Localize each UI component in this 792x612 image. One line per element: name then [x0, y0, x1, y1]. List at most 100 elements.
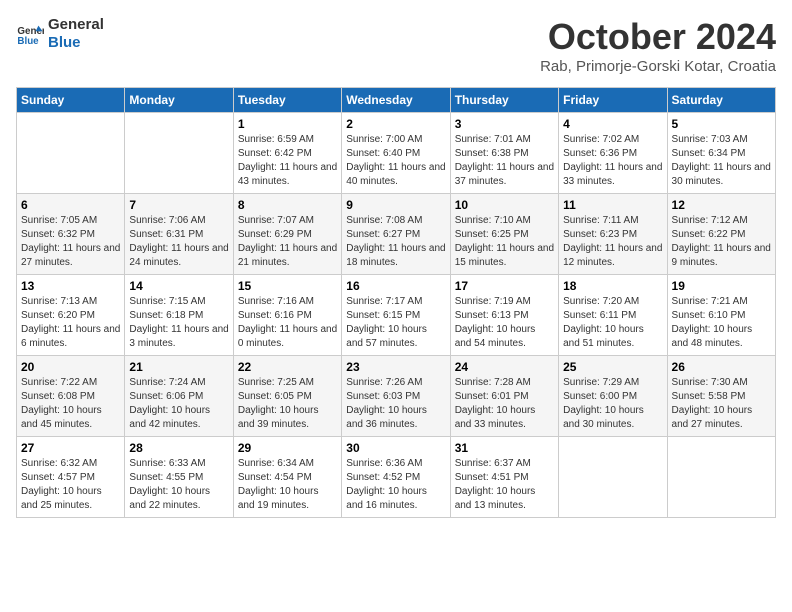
calendar-cell: 14Sunrise: 7:15 AMSunset: 6:18 PMDayligh… — [125, 275, 233, 356]
day-number: 27 — [21, 441, 120, 455]
day-number: 3 — [455, 117, 554, 131]
day-number: 13 — [21, 279, 120, 293]
calendar-cell — [559, 437, 667, 518]
month-title: October 2024 — [540, 16, 776, 58]
day-number: 7 — [129, 198, 228, 212]
calendar-cell: 11Sunrise: 7:11 AMSunset: 6:23 PMDayligh… — [559, 194, 667, 275]
calendar-cell: 31Sunrise: 6:37 AMSunset: 4:51 PMDayligh… — [450, 437, 558, 518]
calendar-cell — [125, 113, 233, 194]
header-sunday: Sunday — [17, 88, 125, 113]
day-info: Sunrise: 6:34 AMSunset: 4:54 PMDaylight:… — [238, 457, 337, 513]
calendar-week-4: 20 Sunrise: 7:22 AMSunset: 6:08 PMDayligh… — [17, 356, 776, 437]
calendar-cell: 21Sunrise: 7:24 AMSunset: 6:06 PMDayligh… — [125, 356, 233, 437]
day-info: Sunrise: 7:26 AMSunset: 6:03 PMDaylight:… — [346, 376, 445, 432]
day-info: Sunrise: 7:00 AMSunset: 6:40 PMDaylight:… — [346, 133, 445, 189]
calendar-week-1: 1Sunrise: 6:59 AMSunset: 6:42 PMDaylight… — [17, 113, 776, 194]
day-info: Sunrise: 7:24 AMSunset: 6:06 PMDaylight:… — [129, 376, 228, 432]
header-saturday: Saturday — [667, 88, 775, 113]
day-info: Sunrise: 7:29 AMSunset: 6:00 PMDaylight:… — [563, 376, 662, 432]
day-number: 30 — [346, 441, 445, 455]
day-info: Sunrise: 7:10 AMSunset: 6:25 PMDaylight:… — [455, 214, 554, 270]
calendar-cell: 18Sunrise: 7:20 AMSunset: 6:11 PMDayligh… — [559, 275, 667, 356]
header-thursday: Thursday — [450, 88, 558, 113]
calendar-cell: 29 Sunrise: 6:34 AMSunset: 4:54 PMDayligh… — [233, 437, 341, 518]
day-number: 4 — [563, 117, 662, 131]
day-info: Sunrise: 7:15 AMSunset: 6:18 PMDaylight:… — [129, 295, 228, 351]
day-info: Sunrise: 7:06 AMSunset: 6:31 PMDaylight:… — [129, 214, 228, 270]
day-info: Sunrise: 7:30 AMSunset: 5:58 PMDaylight:… — [672, 376, 771, 432]
calendar-week-2: 6 Sunrise: 7:05 AMSunset: 6:32 PMDaylight… — [17, 194, 776, 275]
calendar-header-row: SundayMondayTuesdayWednesdayThursdayFrid… — [17, 88, 776, 113]
calendar-cell: 6 Sunrise: 7:05 AMSunset: 6:32 PMDaylight… — [17, 194, 125, 275]
calendar-cell: 5 Sunrise: 7:03 AMSunset: 6:34 PMDaylight… — [667, 113, 775, 194]
logo-text-general: General — [48, 16, 104, 34]
day-number: 10 — [455, 198, 554, 212]
day-info: Sunrise: 7:25 AMSunset: 6:05 PMDaylight:… — [238, 376, 337, 432]
calendar-cell: 30 Sunrise: 6:36 AMSunset: 4:52 PMDayligh… — [342, 437, 450, 518]
svg-text:Blue: Blue — [17, 36, 39, 47]
day-info: Sunrise: 7:05 AMSunset: 6:32 PMDaylight:… — [21, 214, 120, 270]
day-number: 12 — [672, 198, 771, 212]
header-tuesday: Tuesday — [233, 88, 341, 113]
calendar-week-5: 27Sunrise: 6:32 AMSunset: 4:57 PMDayligh… — [17, 437, 776, 518]
calendar-cell: 24Sunrise: 7:28 AMSunset: 6:01 PMDayligh… — [450, 356, 558, 437]
day-number: 22 — [238, 360, 337, 374]
calendar-cell: 13Sunrise: 7:13 AMSunset: 6:20 PMDayligh… — [17, 275, 125, 356]
day-number: 18 — [563, 279, 662, 293]
header-friday: Friday — [559, 88, 667, 113]
day-info: Sunrise: 7:12 AMSunset: 6:22 PMDaylight:… — [672, 214, 771, 270]
calendar-cell: 23 Sunrise: 7:26 AMSunset: 6:03 PMDayligh… — [342, 356, 450, 437]
calendar-cell: 25 Sunrise: 7:29 AMSunset: 6:00 PMDayligh… — [559, 356, 667, 437]
calendar-cell: 27Sunrise: 6:32 AMSunset: 4:57 PMDayligh… — [17, 437, 125, 518]
day-info: Sunrise: 6:59 AMSunset: 6:42 PMDaylight:… — [238, 133, 337, 189]
day-number: 17 — [455, 279, 554, 293]
calendar-cell — [667, 437, 775, 518]
day-number: 2 — [346, 117, 445, 131]
calendar-cell: 26Sunrise: 7:30 AMSunset: 5:58 PMDayligh… — [667, 356, 775, 437]
day-info: Sunrise: 7:19 AMSunset: 6:13 PMDaylight:… — [455, 295, 554, 351]
day-info: Sunrise: 7:17 AMSunset: 6:15 PMDaylight:… — [346, 295, 445, 351]
calendar-cell: 16Sunrise: 7:17 AMSunset: 6:15 PMDayligh… — [342, 275, 450, 356]
calendar-cell: 7 Sunrise: 7:06 AMSunset: 6:31 PMDaylight… — [125, 194, 233, 275]
calendar-cell: 4 Sunrise: 7:02 AMSunset: 6:36 PMDaylight… — [559, 113, 667, 194]
day-info: Sunrise: 7:03 AMSunset: 6:34 PMDaylight:… — [672, 133, 771, 189]
calendar-cell: 3 Sunrise: 7:01 AMSunset: 6:38 PMDaylight… — [450, 113, 558, 194]
calendar-cell — [17, 113, 125, 194]
day-info: Sunrise: 7:08 AMSunset: 6:27 PMDaylight:… — [346, 214, 445, 270]
page-header: General Blue General Blue October 2024 R… — [16, 16, 776, 75]
day-number: 8 — [238, 198, 337, 212]
calendar-cell: 22 Sunrise: 7:25 AMSunset: 6:05 PMDayligh… — [233, 356, 341, 437]
day-number: 15 — [238, 279, 337, 293]
logo-icon: General Blue — [16, 20, 44, 48]
day-info: Sunrise: 6:36 AMSunset: 4:52 PMDaylight:… — [346, 457, 445, 513]
calendar-cell: 28 Sunrise: 6:33 AMSunset: 4:55 PMDayligh… — [125, 437, 233, 518]
day-info: Sunrise: 7:07 AMSunset: 6:29 PMDaylight:… — [238, 214, 337, 270]
calendar-cell: 8 Sunrise: 7:07 AMSunset: 6:29 PMDaylight… — [233, 194, 341, 275]
day-info: Sunrise: 7:22 AMSunset: 6:08 PMDaylight:… — [21, 376, 120, 432]
day-number: 28 — [129, 441, 228, 455]
calendar-cell: 10 Sunrise: 7:10 AMSunset: 6:25 PMDayligh… — [450, 194, 558, 275]
header-wednesday: Wednesday — [342, 88, 450, 113]
day-number: 20 — [21, 360, 120, 374]
day-info: Sunrise: 7:21 AMSunset: 6:10 PMDaylight:… — [672, 295, 771, 351]
day-number: 9 — [346, 198, 445, 212]
location-title: Rab, Primorje-Gorski Kotar, Croatia — [540, 58, 776, 75]
day-number: 19 — [672, 279, 771, 293]
day-info: Sunrise: 7:02 AMSunset: 6:36 PMDaylight:… — [563, 133, 662, 189]
day-number: 29 — [238, 441, 337, 455]
day-number: 5 — [672, 117, 771, 131]
day-number: 24 — [455, 360, 554, 374]
calendar-cell: 9 Sunrise: 7:08 AMSunset: 6:27 PMDaylight… — [342, 194, 450, 275]
day-number: 6 — [21, 198, 120, 212]
day-number: 23 — [346, 360, 445, 374]
day-info: Sunrise: 7:01 AMSunset: 6:38 PMDaylight:… — [455, 133, 554, 189]
day-number: 25 — [563, 360, 662, 374]
calendar-cell: 19 Sunrise: 7:21 AMSunset: 6:10 PMDayligh… — [667, 275, 775, 356]
logo-text-blue: Blue — [48, 34, 104, 52]
day-number: 11 — [563, 198, 662, 212]
calendar-table: SundayMondayTuesdayWednesdayThursdayFrid… — [16, 87, 776, 518]
day-info: Sunrise: 7:16 AMSunset: 6:16 PMDaylight:… — [238, 295, 337, 351]
calendar-cell: 1Sunrise: 6:59 AMSunset: 6:42 PMDaylight… — [233, 113, 341, 194]
day-info: Sunrise: 6:33 AMSunset: 4:55 PMDaylight:… — [129, 457, 228, 513]
day-number: 31 — [455, 441, 554, 455]
